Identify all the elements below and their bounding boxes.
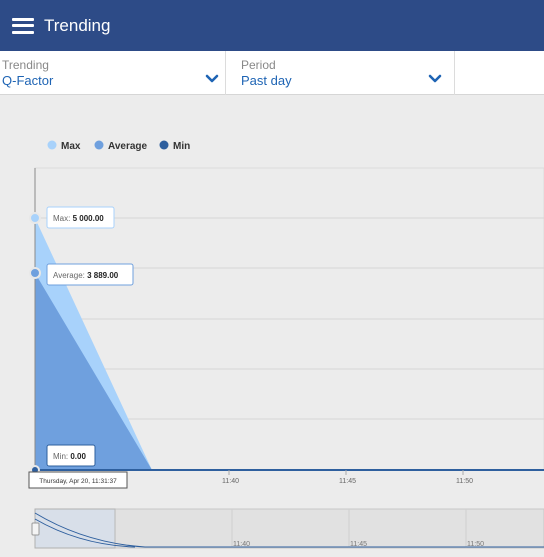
legend-marker-max — [47, 140, 57, 150]
period-select-label: Period — [241, 58, 276, 72]
trending-select-label: Trending — [2, 58, 49, 72]
navigator-tick-label: 11:50 — [467, 541, 484, 548]
navigator-tick-label: 11:40 — [233, 541, 250, 548]
tooltip-max-label: Max — [53, 214, 68, 223]
filter-divider — [454, 51, 455, 95]
filter-bar: Trending Q-Factor Period Past day — [0, 51, 544, 95]
navigator-selection[interactable] — [34, 508, 116, 549]
x-tick-label: 11:50 — [456, 478, 473, 485]
chevron-down-icon — [205, 74, 219, 83]
navigator-handle[interactable] — [31, 522, 40, 536]
trend-chart-svg: Max Average Min Max: 5 000.00 Average: 3… — [0, 95, 544, 557]
svg-text:Max: 5 000.00: Max: 5 000.00 — [53, 214, 104, 223]
crosshair-label: Thursday, Apr 20, 11:31:37 — [39, 478, 117, 485]
x-tick-label: 11:40 — [222, 478, 239, 485]
trending-app: Trending Trending Q-Factor Period Past d… — [0, 0, 544, 557]
trend-chart: Max Average Min Max: 5 000.00 Average: 3… — [0, 95, 544, 557]
tooltip-min: Min: 0.00 — [46, 444, 96, 467]
legend-marker-min — [159, 140, 169, 150]
period-select[interactable]: Period Past day — [241, 51, 453, 95]
tooltip-min-label: Min — [53, 452, 66, 461]
chevron-down-icon — [428, 74, 442, 83]
trending-select[interactable]: Trending Q-Factor — [2, 51, 224, 95]
tooltip-average: Average: 3 889.00 — [46, 263, 134, 286]
navigator-tick-label: 11:45 — [350, 541, 367, 548]
tooltip-max: Max: 5 000.00 — [46, 206, 115, 229]
hamburger-icon[interactable] — [12, 17, 34, 34]
point-average[interactable] — [29, 267, 41, 279]
svg-text:Average: 3 889.00: Average: 3 889.00 — [53, 271, 119, 280]
svg-text:Min: 0.00: Min: 0.00 — [53, 452, 86, 461]
legend-item-average[interactable]: Average — [108, 141, 148, 152]
tooltip-max-value: 5 000.00 — [73, 214, 105, 223]
x-tick-label: 11:45 — [339, 478, 356, 485]
trending-select-value: Q-Factor — [2, 73, 54, 88]
legend-item-min[interactable]: Min — [173, 141, 190, 152]
legend-item-max[interactable]: Max — [61, 141, 81, 152]
top-bar: Trending — [0, 0, 544, 51]
legend-marker-average — [94, 140, 104, 150]
filter-divider — [225, 51, 226, 95]
page-title: Trending — [44, 15, 111, 35]
period-select-value: Past day — [241, 73, 292, 88]
point-max[interactable] — [29, 212, 41, 224]
navigator[interactable]: 11:40 11:45 11:50 — [31, 508, 544, 549]
tooltip-min-value: 0.00 — [70, 452, 86, 461]
tooltip-average-value: 3 889.00 — [87, 271, 119, 280]
tooltip-average-label: Average — [53, 271, 83, 280]
